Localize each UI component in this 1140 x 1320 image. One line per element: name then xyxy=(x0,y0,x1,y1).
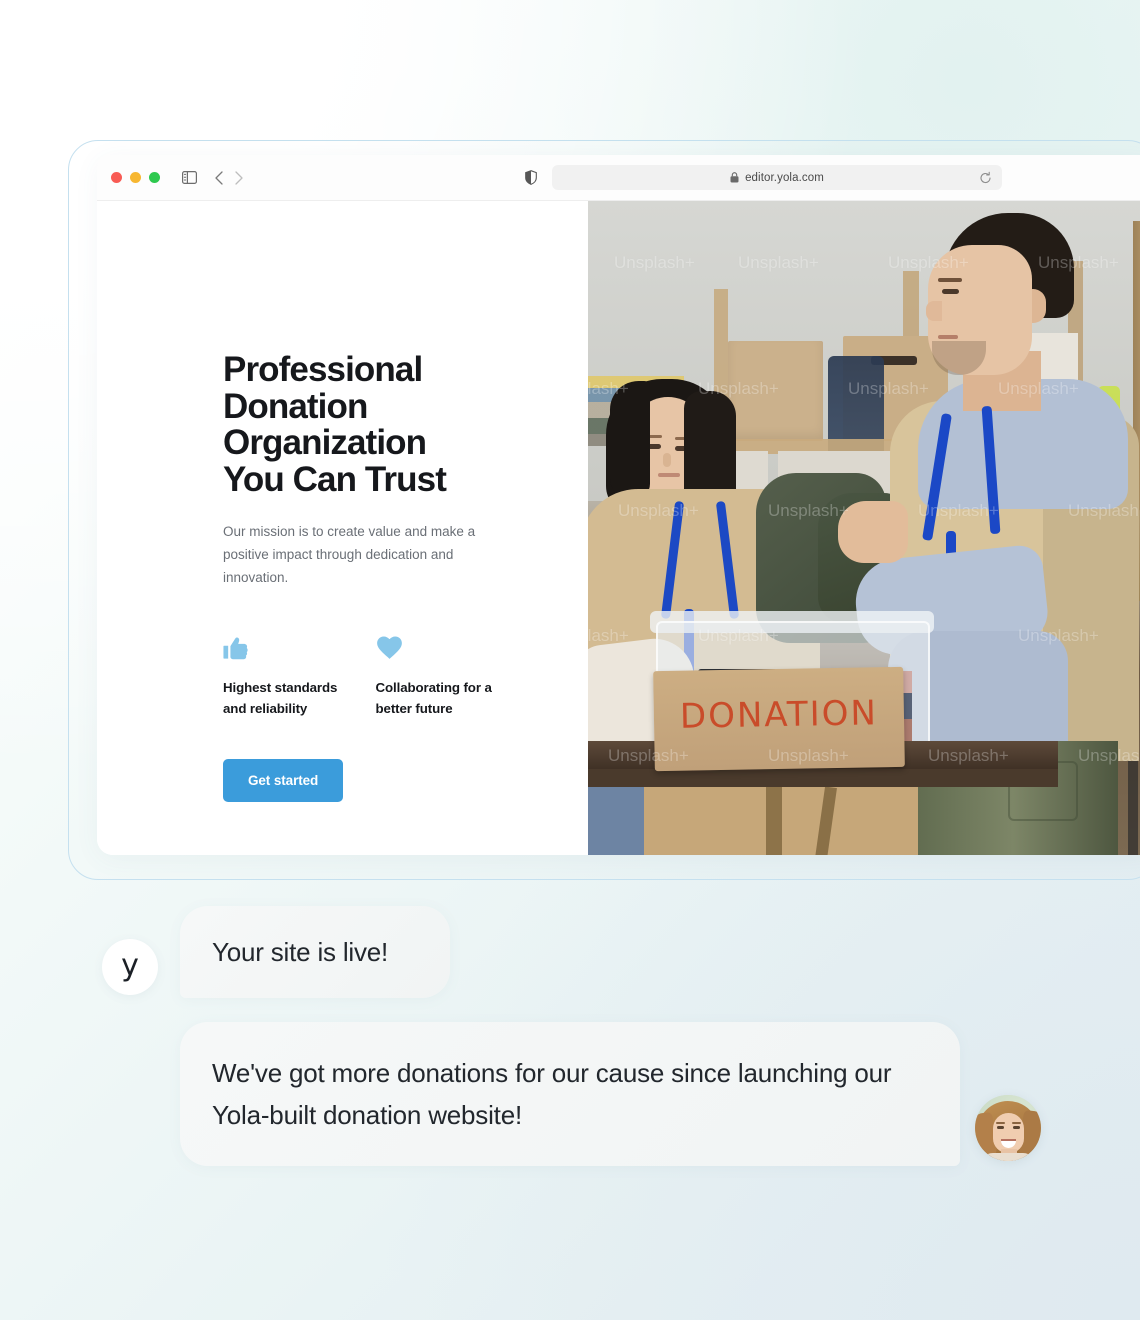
close-window-button[interactable] xyxy=(111,172,122,183)
hero-subtitle: Our mission is to create value and make … xyxy=(223,524,476,585)
back-button[interactable] xyxy=(215,170,223,185)
photo-volunteer-woman-hair-front xyxy=(610,381,650,501)
feature-list: Highest standards and reliability Collab… xyxy=(223,635,528,719)
sidebar-toggle-icon[interactable] xyxy=(182,171,197,184)
feature-label: Highest standards and reliability xyxy=(223,680,338,716)
address-bar[interactable]: editor.yola.com xyxy=(552,165,1002,190)
lock-icon xyxy=(730,172,739,183)
heart-icon xyxy=(376,635,529,663)
browser-window: editor.yola.com Professional Donation Or… xyxy=(97,155,1140,855)
navigation-buttons xyxy=(215,170,243,185)
customer-avatar xyxy=(975,1095,1041,1161)
donation-photo: DONATION Unsplash+ Unsplash+ Unsplash+ U… xyxy=(588,201,1140,855)
photo-jeans xyxy=(588,787,644,855)
feature-item: Collaborating for a better future xyxy=(376,635,529,719)
reload-icon[interactable] xyxy=(979,171,992,184)
maximize-window-button[interactable] xyxy=(149,172,160,183)
chat-message-bubble: Your site is live! xyxy=(180,906,450,998)
feature-label: Collaborating for a better future xyxy=(375,680,492,716)
chat-message-text: Your site is live! xyxy=(212,936,389,967)
hero-image: DONATION Unsplash+ Unsplash+ Unsplash+ U… xyxy=(588,201,1140,855)
minimize-window-button[interactable] xyxy=(130,172,141,183)
browser-toolbar: editor.yola.com xyxy=(97,155,1140,201)
website-preview: Professional Donation Organization You C… xyxy=(97,201,1140,855)
photo-table-edge xyxy=(588,769,1058,787)
get-started-button[interactable]: Get started xyxy=(223,759,344,802)
chat-message-bubble: We've got more donations for our cause s… xyxy=(180,1022,960,1166)
photo-volunteer-man-face xyxy=(926,245,1032,375)
window-controls xyxy=(111,172,160,183)
forward-button[interactable] xyxy=(235,170,243,185)
yola-logo-avatar: y xyxy=(102,939,158,995)
shield-icon[interactable] xyxy=(525,155,537,200)
hero-content: Professional Donation Organization You C… xyxy=(223,350,528,802)
address-bar-content: editor.yola.com xyxy=(730,172,824,184)
thumbs-up-icon xyxy=(223,635,376,663)
chat-message-text: We've got more donations for our cause s… xyxy=(212,1058,892,1130)
hero-section: Professional Donation Organization You C… xyxy=(97,201,588,855)
yola-logo-glyph: y xyxy=(121,948,139,983)
url-text: editor.yola.com xyxy=(745,171,824,184)
feature-item: Highest standards and reliability xyxy=(223,635,376,719)
photo-volunteer-man-hand xyxy=(838,501,908,563)
donation-sign: DONATION xyxy=(653,666,905,772)
photo-cardboard-box xyxy=(728,341,823,441)
donation-sign-text: DONATION xyxy=(679,693,879,737)
photo-table-leg xyxy=(766,787,782,855)
page-title: Professional Donation Organization You C… xyxy=(223,350,447,499)
